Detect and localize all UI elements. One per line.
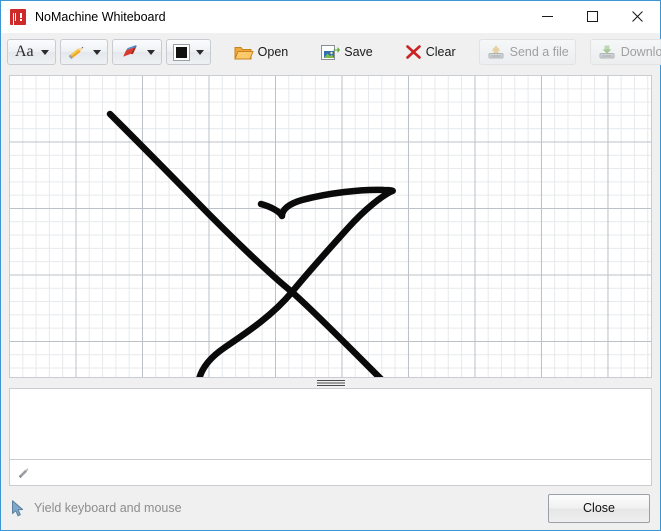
send-file-button[interactable]: Send a file — [478, 39, 576, 65]
save-image-icon — [321, 44, 341, 60]
window-title: NoMachine Whiteboard — [35, 9, 166, 24]
toolbar: Aa Open Save Clear Send a file Downlo — [1, 33, 661, 71]
clear-button-label: Clear — [425, 45, 456, 59]
font-icon: Aa — [15, 43, 34, 60]
save-button-label: Save — [344, 45, 373, 59]
close-icon — [632, 11, 643, 22]
pen-button[interactable] — [59, 39, 108, 65]
close-button-label: Close — [583, 501, 615, 515]
yield-keyboard-mouse-button[interactable]: Yield keyboard and mouse — [11, 499, 182, 517]
download-icon — [599, 45, 615, 58]
open-button[interactable]: Open — [225, 39, 298, 65]
minimize-icon — [542, 16, 553, 17]
font-button[interactable]: Aa — [7, 39, 56, 65]
color-button[interactable] — [165, 39, 211, 65]
chevron-down-icon[interactable] — [146, 49, 155, 55]
whiteboard-canvas[interactable] — [9, 75, 652, 378]
chevron-down-icon[interactable] — [92, 49, 101, 55]
chevron-down-icon[interactable] — [195, 49, 204, 55]
red-x-icon — [405, 45, 421, 59]
nomachine-logo-icon — [10, 8, 26, 29]
close-button[interactable] — [615, 1, 660, 32]
maximize-button[interactable] — [570, 1, 615, 32]
folder-open-icon — [233, 46, 254, 59]
window-controls — [525, 1, 660, 32]
cursor-arrow-icon — [12, 499, 24, 516]
chat-messages-pane — [9, 388, 652, 460]
close-dialog-button[interactable]: Close — [548, 493, 650, 523]
save-button[interactable]: Save — [311, 39, 382, 65]
pane-splitter[interactable] — [1, 378, 660, 388]
minimize-button[interactable] — [525, 1, 570, 32]
eraser-button[interactable] — [111, 39, 162, 65]
upload-icon — [488, 45, 504, 58]
stroke-long-zigzag — [106, 110, 396, 377]
download-file-button[interactable]: Download a file — [589, 39, 661, 65]
yield-label: Yield keyboard and mouse — [34, 501, 182, 515]
send-file-button-label: Send a file — [509, 45, 569, 59]
pencil-small-icon — [18, 468, 29, 478]
open-button-label: Open — [257, 45, 289, 59]
chat-input-row[interactable] — [9, 460, 652, 486]
eraser-icon — [122, 45, 137, 57]
pencil-icon — [68, 47, 83, 60]
clear-button[interactable]: Clear — [396, 39, 465, 65]
footer-bar: Yield keyboard and mouse Close — [1, 486, 660, 530]
chevron-down-icon[interactable] — [40, 49, 49, 55]
maximize-icon — [587, 11, 598, 22]
grip-handle-icon — [316, 380, 345, 387]
ink-layer — [106, 110, 396, 377]
color-swatch-icon — [172, 43, 190, 61]
download-file-button-label: Download a file — [620, 45, 661, 59]
title-bar[interactable]: NoMachine Whiteboard — [1, 1, 660, 33]
whiteboard-window: NoMachine Whiteboard Aa Open Save Clear … — [0, 0, 661, 531]
